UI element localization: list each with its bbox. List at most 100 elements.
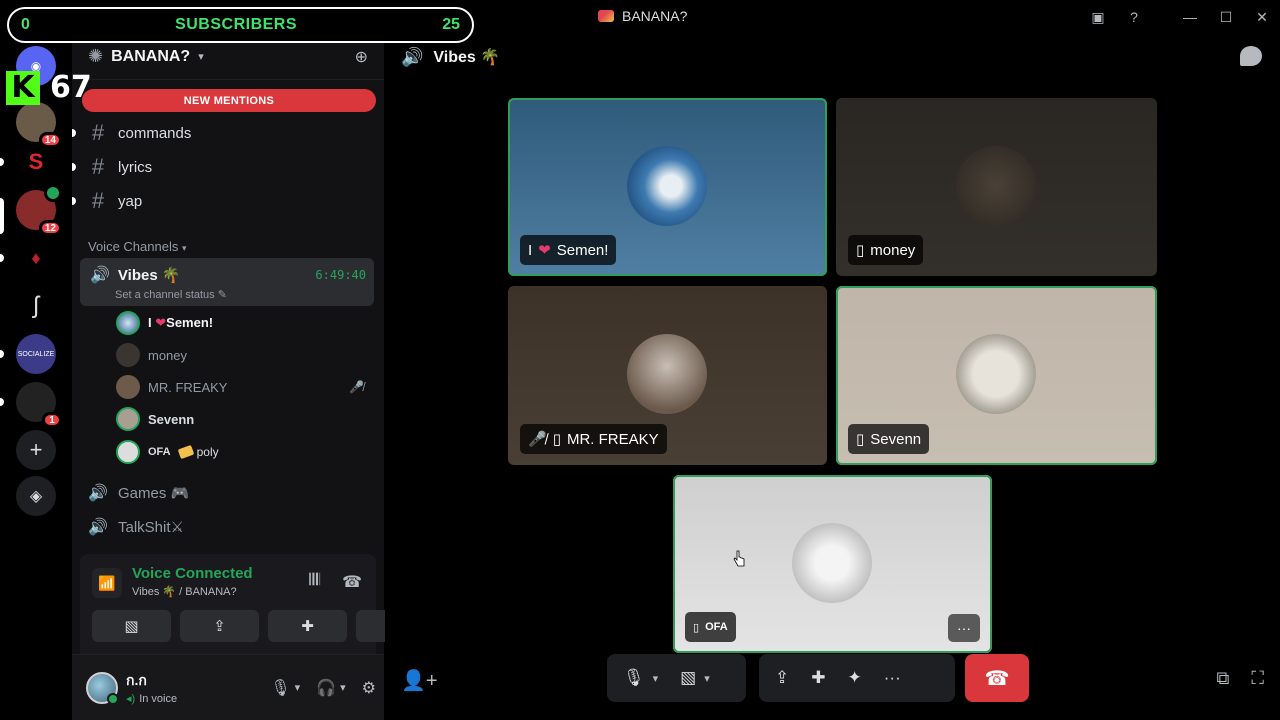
camera-off-icon: ▧	[124, 618, 139, 635]
voice-member[interactable]: OFA poly	[116, 438, 374, 466]
participant-avatar	[627, 334, 707, 414]
kick-logo-icon: K	[6, 70, 40, 105]
voice-call-area: 🔊 Vibes 🌴 I ❤ Semen! ▯ money 🎤̸ ▯ MR. FREA…	[385, 34, 1280, 720]
mobile-phone-icon: ▯	[856, 431, 865, 448]
muted-icon: 🎤̸	[349, 380, 364, 394]
activities-button[interactable]: ✚	[803, 660, 833, 696]
signal-icon[interactable]: 📶	[92, 568, 122, 598]
channel-commands[interactable]: # commands	[72, 117, 376, 149]
more-options-button[interactable]: ···	[948, 614, 980, 642]
user-panel: ก.ก ◂) In voice 🎙 ▾ 🎧 ▾ ⚙	[72, 654, 384, 720]
camera-off-button[interactable]: ▧	[92, 610, 171, 642]
sub-goal-count: 25	[442, 16, 460, 33]
speaker-icon: 🔊	[88, 519, 108, 536]
invite-user-icon[interactable]: ⊕	[355, 47, 368, 67]
server-icon[interactable]: ʃ	[16, 286, 56, 326]
window-title-text: BANANA?	[622, 8, 688, 24]
chevron-down-icon[interactable]: ▾	[704, 672, 710, 685]
voice-member[interactable]: money	[116, 341, 374, 369]
channel-status-prompt[interactable]: Set a channel status ✎	[115, 288, 227, 301]
end-call-button[interactable]: ☎	[965, 654, 1029, 702]
user-avatar[interactable]	[86, 671, 119, 705]
voice-member[interactable]: I ❤Semen!	[116, 309, 374, 337]
voice-member[interactable]: MR. FREAKY 🎤̸	[116, 373, 374, 401]
window-title: BANANA?	[598, 8, 687, 24]
audio-video-controls: 🎙 ▾ ▧ ▾	[607, 654, 746, 702]
soundboard-button[interactable]: ✦	[840, 660, 870, 696]
participant-tile-semen[interactable]: I ❤ Semen!	[508, 98, 827, 276]
voice-connected-title[interactable]: Voice Connected	[132, 565, 253, 582]
user-name[interactable]: ก.ก	[126, 670, 177, 692]
pop-out-icon[interactable]: ⧉	[1217, 668, 1230, 689]
guild-name: BANANA?	[111, 47, 191, 65]
avatar	[116, 407, 140, 431]
active-server-icon[interactable]: 12	[16, 184, 62, 236]
server-icon[interactable]: 1	[16, 382, 62, 428]
server-icon[interactable]: 14	[16, 102, 62, 148]
settings-gear-icon[interactable]: ⚙	[362, 678, 376, 698]
help-icon[interactable]: ?	[1116, 0, 1152, 34]
voice-timer: 6:49:40	[315, 268, 366, 282]
activities-button[interactable]: ✚	[268, 610, 347, 642]
channel-lyrics[interactable]: # lyrics	[72, 151, 376, 183]
more-options-button[interactable]: ···	[876, 660, 909, 696]
participant-tile-sevenn[interactable]: ▯ Sevenn	[836, 286, 1157, 465]
fullscreen-icon[interactable]: ⛶	[1251, 668, 1264, 689]
hang-up-icon: ☎	[984, 667, 1010, 690]
screen-share-button[interactable]: ⇪	[180, 610, 259, 642]
noise-suppression-icon[interactable]: 𝄃𝄃𝄃	[309, 572, 320, 592]
activities-icon: ✚	[811, 668, 826, 687]
invite-to-call-icon[interactable]: 👤+	[401, 668, 438, 693]
inbox-icon[interactable]: ▣	[1080, 0, 1116, 34]
speaker-icon: 🔊	[90, 267, 110, 284]
kick-viewer-count: 67	[50, 70, 92, 105]
participant-avatar	[956, 334, 1036, 414]
speaker-icon: 🔊	[88, 485, 108, 502]
participant-tile-money[interactable]: ▯ money	[836, 98, 1157, 276]
microphone-icon: 🎙	[623, 668, 645, 687]
muted-mic-icon: 🎤̸	[528, 431, 547, 448]
discover-icon[interactable]: ◈	[16, 476, 56, 516]
server-icon[interactable]: ♦	[16, 238, 56, 278]
disconnect-icon[interactable]: ☎	[342, 572, 362, 592]
close-icon[interactable]: ✕	[1244, 0, 1280, 34]
add-server-icon[interactable]: +	[16, 430, 56, 470]
window-controls: ▣ ? — ☐ ✕	[1080, 0, 1280, 34]
camera-button[interactable]: ▧ ▾	[672, 660, 718, 696]
online-status-dot	[107, 692, 119, 705]
chevron-down-icon[interactable]: ▾	[653, 672, 659, 685]
minimize-icon[interactable]: —	[1172, 0, 1208, 34]
mobile-phone-icon: ▯	[552, 431, 561, 448]
subscriber-overlay: 0 SUBSCRIBERS 25	[7, 7, 474, 43]
server-rail: ◉ 14 S 12 ♦ ʃ SOCIALIZE 1 + ◈	[0, 34, 72, 720]
speaker-icon: ◂)	[126, 693, 136, 705]
voice-category-header[interactable]: Voice Channels ▾	[88, 239, 187, 254]
avatar	[116, 375, 140, 399]
mobile-phone-icon: ▯	[693, 621, 700, 634]
avatar	[116, 311, 140, 335]
microphone-button[interactable]: 🎙 ▾	[615, 660, 666, 696]
channel-yap[interactable]: # yap	[72, 185, 376, 217]
maximize-icon[interactable]: ☐	[1208, 0, 1244, 34]
chevron-down-icon[interactable]: ▾	[340, 681, 346, 694]
chevron-down-icon: ▾	[198, 51, 204, 63]
voice-channel-talkshit[interactable]: 🔊 TalkShit⚔	[80, 511, 376, 543]
new-mentions-banner[interactable]: NEW MENTIONS	[82, 89, 376, 112]
microphone-icon[interactable]: 🎙	[270, 678, 290, 698]
ellipsis-icon: ···	[883, 668, 901, 687]
server-icon[interactable]: SOCIALIZE	[16, 334, 56, 374]
voice-channel-vibes[interactable]: 🔊 Vibes 🌴 6:49:40 Set a channel status ✎	[80, 258, 374, 306]
screen-share-button[interactable]: ⇪	[767, 660, 797, 696]
voice-member[interactable]: Sevenn	[116, 405, 374, 433]
chat-bubble-icon[interactable]	[1240, 46, 1262, 66]
server-icon[interactable]: S	[16, 142, 56, 182]
headphones-icon[interactable]: 🎧	[316, 678, 336, 698]
chevron-down-icon[interactable]: ▾	[295, 681, 301, 694]
voice-connected-panel: 📶 Voice Connected Vibes 🌴 / BANANA? 𝄃𝄃𝄃 …	[80, 554, 435, 654]
speaker-icon: 🔊	[401, 46, 424, 67]
participant-tile-freaky[interactable]: 🎤̸ ▯ MR. FREAKY	[508, 286, 827, 465]
participant-avatar	[956, 146, 1036, 226]
participant-tile-ofa[interactable]: ▯ OFA ···	[673, 475, 992, 653]
voice-connected-subtitle[interactable]: Vibes 🌴 / BANANA?	[132, 585, 237, 598]
voice-channel-games[interactable]: 🔊 Games 🎮	[80, 477, 376, 509]
